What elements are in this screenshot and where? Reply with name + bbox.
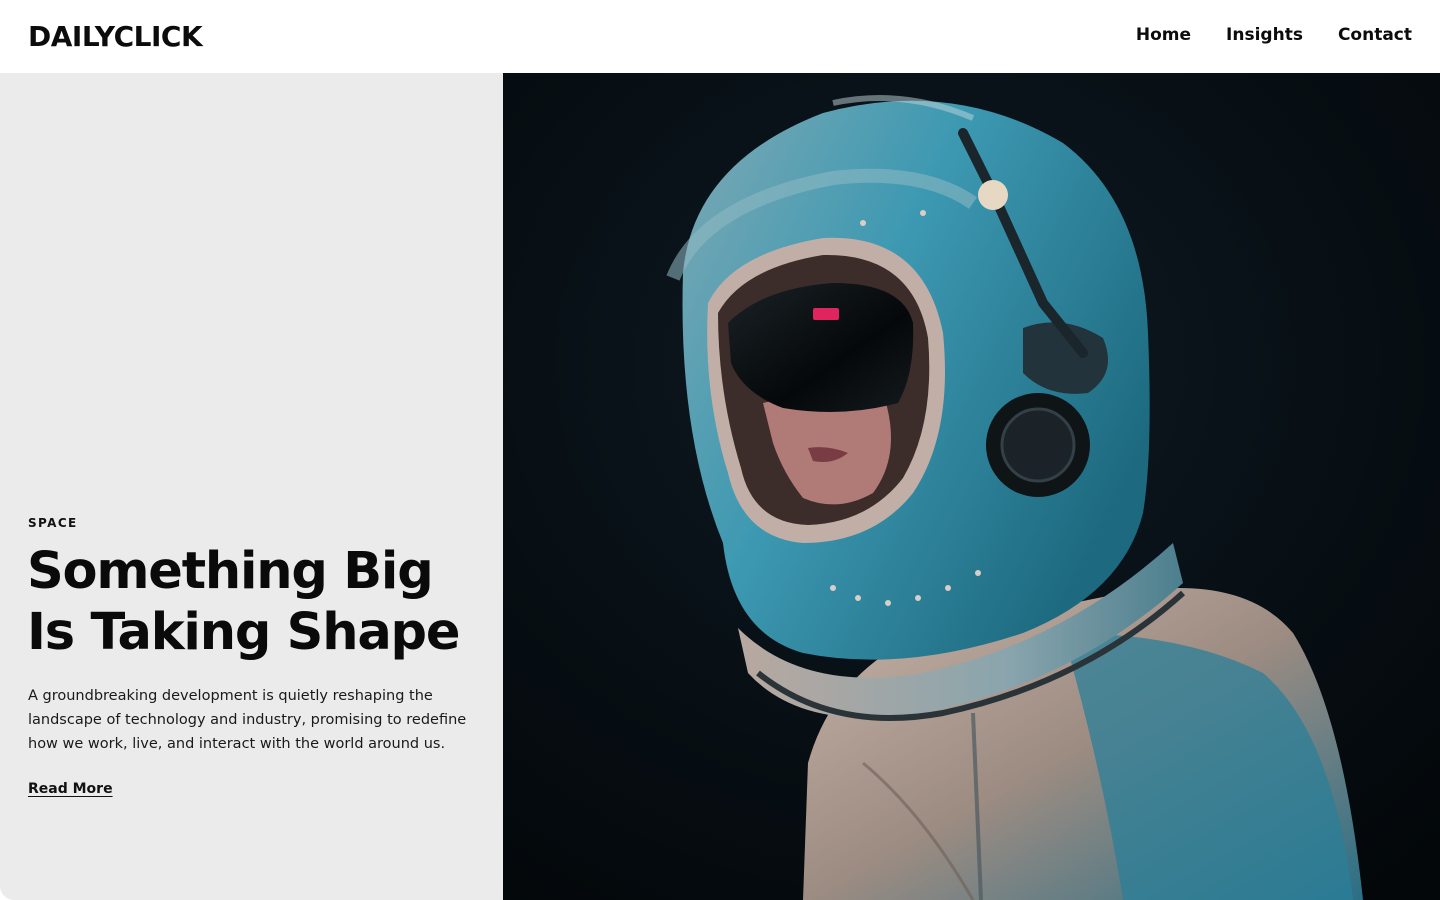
category-label[interactable]: SPACE [28, 516, 78, 530]
nav-insights[interactable]: Insights [1226, 25, 1303, 45]
site-logo[interactable]: DAILYCLICK [28, 20, 203, 53]
nav-home[interactable]: Home [1136, 25, 1191, 45]
antenna-knob [978, 180, 1008, 210]
read-more-link[interactable]: Read More [28, 781, 113, 797]
feature-excerpt: A groundbreaking development is quietly … [28, 688, 467, 752]
main-nav: Home Insights Contact [1136, 25, 1412, 45]
hero-image [503, 73, 1440, 900]
headline-line-1: Something Big [27, 542, 434, 601]
visor-reflection [813, 308, 839, 320]
feature-headline[interactable]: Something Big Is Taking Shape [27, 541, 497, 663]
headline-line-2: Is Taking Shape [27, 603, 460, 662]
astronaut-illustration [503, 73, 1440, 900]
nav-contact[interactable]: Contact [1338, 25, 1412, 45]
feature-panel: SPACE Something Big Is Taking Shape A gr… [0, 73, 503, 900]
site-header: DAILYCLICK Home Insights Contact [0, 0, 1440, 73]
